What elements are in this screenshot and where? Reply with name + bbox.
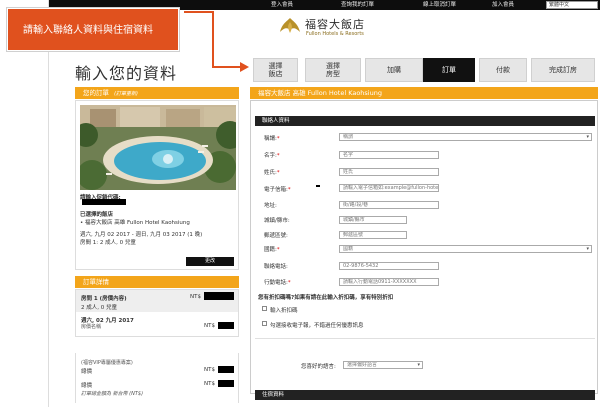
- newsletter-checkbox-label: 勾選接收電子報，不錯過任何優惠訊息: [270, 323, 364, 329]
- postal-code-input[interactable]: 郵遞區號: [339, 231, 407, 239]
- first-name-input[interactable]: 名字: [339, 151, 439, 159]
- step-complete[interactable]: 完成訂房: [531, 58, 595, 82]
- step-label: 付款: [496, 66, 510, 74]
- cursor-mark: [316, 185, 320, 187]
- room-guests: 2 成人, 0 兒童: [81, 305, 117, 311]
- mobile-label: 行動電話:*: [264, 280, 291, 286]
- title-field-label: 稱謂:*: [264, 136, 280, 142]
- last-name-input[interactable]: 姓氏: [339, 168, 439, 176]
- stay-dates: 週六, 九月 02 2017 - 週日, 九月 03 2017 (1 晚): [80, 232, 203, 238]
- price-redaction: [218, 380, 234, 387]
- email-label: 電子信箱:*: [264, 187, 291, 193]
- total-currency: NT$: [204, 381, 215, 387]
- brand-emblem-icon: [280, 18, 300, 33]
- step-select-room[interactable]: 選擇 房型: [305, 58, 361, 82]
- details-panel-title: 訂單詳情: [83, 278, 109, 286]
- language-select-value: 繁體中文: [549, 2, 570, 8]
- field-value: 國籍: [343, 246, 354, 252]
- brand-name-english: Fullon Hotels & Resorts: [306, 31, 364, 37]
- brand-logo[interactable]: 福容大飯店 Fullon Hotels & Resorts: [279, 14, 419, 42]
- city-input[interactable]: 城鎮/縣市: [339, 216, 407, 224]
- chevron-down-icon: ▾: [586, 246, 589, 252]
- address-input[interactable]: 街/路/段/巷: [339, 201, 439, 209]
- stay-section-header: 住宿資料: [255, 390, 595, 400]
- field-value: 稱謂: [343, 134, 354, 140]
- total-note: 訂單總金額為 新台幣 (NT$): [81, 391, 144, 397]
- order-panel-header: 您的訂單 (訂單重新): [75, 87, 239, 99]
- contact-section-header: 聯絡人資料: [255, 116, 595, 126]
- nav-my-orders-link[interactable]: 查詢我的訂單: [341, 0, 374, 10]
- instruction-callout: 請輸入聯絡人資料與住宿資料: [7, 8, 179, 51]
- last-name-label: 姓氏:*: [264, 170, 280, 176]
- page-title: 輸入您的資料: [75, 64, 178, 83]
- hotel-pool-photo: [80, 105, 236, 190]
- rate-currency: NT$: [204, 323, 215, 329]
- title-select[interactable]: 稱謂 ▾: [339, 133, 592, 141]
- step-payment[interactable]: 付款: [479, 58, 527, 82]
- phone-label: 聯絡電話:: [264, 264, 288, 270]
- step-select-hotel[interactable]: 選擇 飯店: [253, 58, 298, 82]
- preferred-language-label: 您喜好的語言:: [301, 364, 336, 370]
- field-label-text: 稱謂:: [264, 136, 277, 142]
- language-select[interactable]: 繁體中文: [546, 1, 598, 9]
- email-input[interactable]: 請輸入電子信箱如:example@fullon-hotel.com: [339, 184, 439, 192]
- city-label: 城鎮/縣市:: [264, 218, 290, 224]
- total-label: 總價: [81, 383, 93, 389]
- nationality-select[interactable]: 國籍 ▾: [339, 245, 592, 253]
- order-panel-title: 您的訂單: [83, 89, 109, 97]
- newsletter-checkbox[interactable]: [262, 321, 267, 326]
- preferred-language-select[interactable]: 選擇偏好語言 ▾: [343, 361, 423, 369]
- booking-steps: 選擇 飯店 選擇 房型 加購 訂單 付款 完成訂房: [253, 58, 598, 82]
- step-label: 完成訂房: [549, 66, 577, 74]
- discount-code-checkbox[interactable]: [262, 306, 267, 311]
- field-label-text: 名字:: [264, 153, 277, 159]
- order-panel-note[interactable]: (訂單重新): [114, 91, 138, 97]
- mobile-input[interactable]: 請輸入行動電話0911-XXXXXXX: [339, 278, 439, 286]
- rate-name: 房價名稱: [81, 324, 102, 330]
- step-label: 選擇: [268, 62, 283, 70]
- step-label: 選擇: [326, 62, 340, 70]
- brand-name-chinese: 福容大飯店: [305, 18, 365, 31]
- vip-note: (福容VIP專屬優惠專案): [81, 360, 133, 366]
- nationality-label: 國籍:*: [264, 247, 280, 253]
- details-panel-header: 訂單詳情: [75, 276, 239, 288]
- nav-join-member-link[interactable]: 加入會員: [492, 0, 514, 10]
- step-add-ons[interactable]: 加購: [365, 58, 423, 82]
- subtotal-currency: NT$: [204, 367, 215, 373]
- price-redaction: [218, 366, 234, 373]
- room-occupancy: 房間 1: 2 成人, 0 兒童: [80, 240, 136, 246]
- chevron-down-icon: ▾: [417, 362, 420, 368]
- step-order[interactable]: 訂單: [423, 58, 475, 82]
- step-label: 訂單: [442, 66, 456, 74]
- postal-code-label: 郵遞區號:: [264, 233, 288, 239]
- change-order-button[interactable]: 更改: [186, 257, 234, 266]
- price-redaction: [204, 292, 234, 300]
- form-hotel-header: 福容大飯店 高雄 Fullon Hotel Kaohsiung: [250, 87, 598, 99]
- selected-hotel-name: • 福容大飯店 高雄 Fullon Hotel Kaohsiung: [80, 220, 190, 226]
- step-label: 飯店: [268, 70, 283, 78]
- discount-code-checkbox-label: 輸入折扣碼: [270, 308, 298, 314]
- subtotal-label: 總價: [81, 369, 93, 375]
- chevron-down-icon: ▾: [586, 134, 589, 140]
- promo-code-redaction: [82, 199, 126, 205]
- room-line-text: 房間 1 (房價內容): [81, 296, 127, 302]
- selected-hotel-label: 已選擇的飯店: [80, 212, 114, 218]
- field-label-text: 行動電話:: [264, 280, 288, 286]
- divider: [255, 338, 595, 339]
- field-label-text: 國籍:: [264, 247, 277, 253]
- price-redaction: [218, 322, 234, 329]
- step-label: 房型: [326, 70, 340, 78]
- step-label: 加購: [387, 66, 401, 74]
- address-label: 地址:: [264, 203, 277, 209]
- field-value: 選擇偏好語言: [347, 362, 378, 368]
- field-label-text: 姓氏:: [264, 170, 277, 176]
- nav-login-link[interactable]: 登入會員: [271, 0, 293, 10]
- room-price-currency: NT$: [190, 294, 201, 300]
- nav-cancel-order-link[interactable]: 線上取消訂單: [423, 0, 456, 10]
- field-label-text: 電子信箱:: [264, 187, 288, 193]
- first-name-label: 名字:*: [264, 153, 280, 159]
- room-line-label: 房間 1 (房價內容): [81, 294, 127, 302]
- phone-input[interactable]: 02-9876-5432: [339, 262, 439, 270]
- discount-prompt: 您有折扣碼嗎?如果有請在此輸入折扣碼，享有特別折扣: [258, 295, 394, 301]
